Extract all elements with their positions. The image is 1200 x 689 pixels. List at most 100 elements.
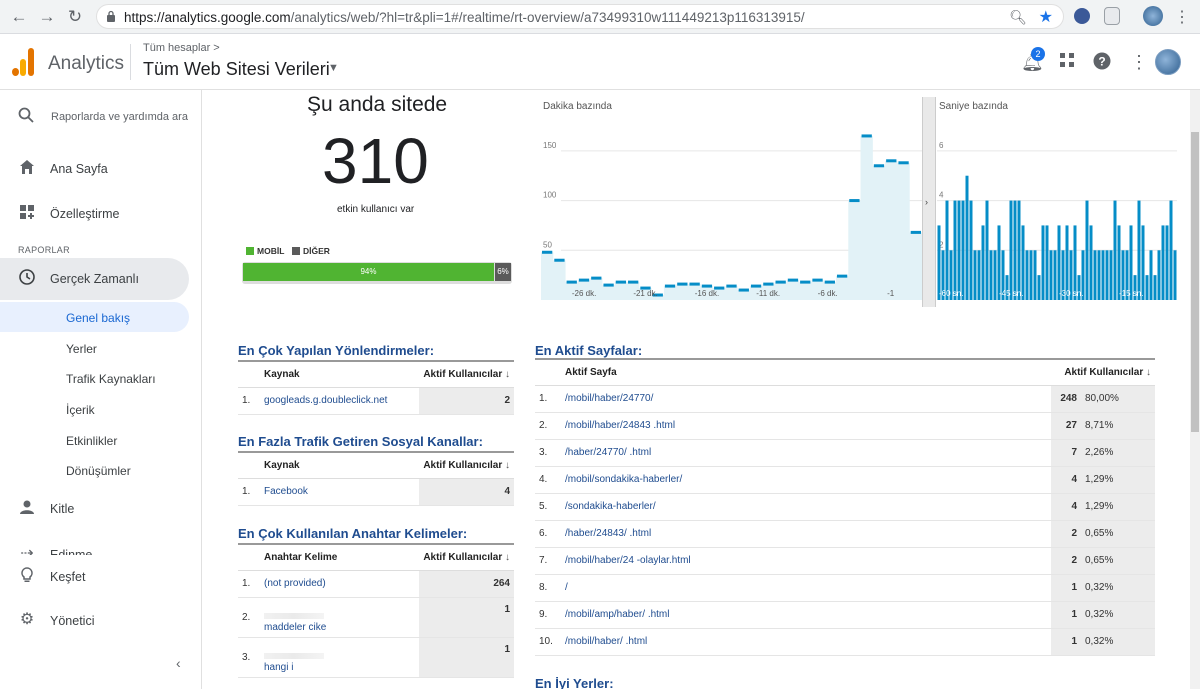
sidebar-item-admin[interactable]: ⚙ Yönetici <box>0 602 200 640</box>
sidebar-item-label: Yönetici <box>50 614 95 628</box>
page-scrollbar[interactable] <box>1190 90 1200 689</box>
chrome-menu-icon[interactable]: ⋮ <box>1174 7 1190 27</box>
row-link[interactable]: /haber/24770/ .html <box>561 439 1051 467</box>
active-pages-table: Aktif Sayfa Aktif Kullanıcılar ↓ 1./mobi… <box>535 358 1155 656</box>
row-percent: 0,32% <box>1081 574 1155 602</box>
sidebar-subitem-conversions[interactable]: Dönüşümler <box>66 464 131 478</box>
bar <box>1089 225 1093 300</box>
row-value: 27 <box>1051 412 1081 440</box>
bar <box>969 200 973 300</box>
zoom-icon[interactable]: 🔍︎ <box>1009 9 1027 26</box>
sidebar-subitem-locations[interactable]: Yerler <box>66 342 97 356</box>
sidebar-footer: Keşfet ⚙ Yönetici ‹ <box>0 555 200 689</box>
sidebar-item-label: Kitle <box>50 502 75 516</box>
redacted-text <box>264 612 324 619</box>
apps-grid-icon[interactable] <box>1059 52 1075 73</box>
row-index: 9. <box>535 601 561 629</box>
back-icon[interactable]: ← <box>8 6 30 28</box>
row-link[interactable]: /sondakika-haberler/ <box>561 493 1051 521</box>
bar <box>1145 275 1149 300</box>
extension-icon[interactable] <box>1074 8 1090 24</box>
bar <box>985 200 989 300</box>
property-selector[interactable]: Tüm Web Sitesi Verileri <box>143 59 330 80</box>
bar <box>1153 275 1157 300</box>
account-breadcrumb[interactable]: Tüm hesaplar > <box>143 42 220 54</box>
row-link[interactable]: googleads.g.doubleclick.net <box>260 387 420 415</box>
sidebar-item-acquisition[interactable]: ⇢ Edinme <box>0 536 200 556</box>
active-users-subtitle: etkin kullanıcı var <box>337 204 415 215</box>
row-link[interactable]: /mobil/haber/24770/ <box>561 385 1051 413</box>
row-value: 1 <box>1051 574 1081 602</box>
row-link[interactable]: (not provided) <box>260 570 420 598</box>
main-content: Şu anda sitede 310 etkin kullanıcı var M… <box>202 90 1190 689</box>
x-tick-label: -11 dk. <box>756 289 780 298</box>
table-row: 3./haber/24770/ .html 7 2,26% <box>535 439 1155 467</box>
column-header-sort[interactable]: Aktif Kullanıcılar ↓ <box>419 451 514 479</box>
row-link[interactable]: maddeler cike <box>260 597 420 638</box>
sidebar-item-audience[interactable]: Kitle <box>0 490 200 528</box>
row-link[interactable]: /mobil/haber/24 -olaylar.html <box>561 547 1051 575</box>
row-index: 4. <box>535 466 561 494</box>
bookmark-star-icon[interactable]: ★ <box>1039 7 1053 27</box>
row-percent: 8,71% <box>1081 412 1155 440</box>
bar <box>953 200 957 300</box>
chart-title-seconds: Saniye bazında <box>939 101 1008 112</box>
row-link[interactable]: / <box>561 574 1051 602</box>
sidebar-item-home[interactable]: Ana Sayfa <box>0 150 200 188</box>
column-header-sort[interactable]: Aktif Kullanıcılar ↓ <box>419 360 514 388</box>
legend-mobile: MOBİL <box>246 246 284 256</box>
column-header[interactable]: Kaynak <box>238 360 420 388</box>
help-icon[interactable]: ? <box>1093 52 1111 75</box>
bar <box>989 250 993 300</box>
profile-avatar[interactable] <box>1143 6 1163 26</box>
scrollbar-thumb[interactable] <box>1191 132 1199 432</box>
row-link[interactable]: /mobil/haber/ .html <box>561 628 1051 656</box>
shield-extension-icon[interactable] <box>1104 7 1120 25</box>
more-vert-icon[interactable]: ⋮ <box>1130 52 1148 73</box>
row-link[interactable]: /mobil/sondakika-haberler/ <box>561 466 1051 494</box>
x-tick-label: -6 dk. <box>818 289 838 298</box>
sidebar-subitem-traffic-sources[interactable]: Trafik Kaynakları <box>66 372 156 386</box>
row-link[interactable]: /haber/24843/ .html <box>561 520 1051 548</box>
table-row: 2. maddeler cike 1 <box>238 597 514 638</box>
x-tick-label: -15 sn. <box>1119 289 1143 298</box>
column-header[interactable]: Anahtar Kelime <box>238 543 420 571</box>
x-tick-label: -26 dk. <box>572 289 596 298</box>
collapse-chevron-icon[interactable]: ‹ <box>176 655 181 671</box>
table-row: 1. (not provided) 264 <box>238 570 514 598</box>
user-avatar[interactable] <box>1155 49 1181 75</box>
column-header[interactable]: Kaynak <box>238 451 420 479</box>
sidebar-subitem-content[interactable]: İçerik <box>66 403 95 417</box>
sidebar-search[interactable]: Raporlarda ve yardımda ara <box>0 98 200 136</box>
sidebar-item-realtime-label[interactable]: Gerçek Zamanlı <box>0 260 200 298</box>
address-bar[interactable]: https://analytics.google.com/analytics/w… <box>96 4 1064 29</box>
reload-icon[interactable]: ↻ <box>64 6 86 28</box>
row-link[interactable]: hangi i <box>260 637 420 678</box>
row-index: 2. <box>238 597 260 638</box>
sidebar-subitem-overview[interactable]: Genel bakış <box>66 311 130 325</box>
mobile-segment: 94% <box>243 263 494 281</box>
column-header[interactable]: Aktif Sayfa <box>535 358 1051 386</box>
locations-title: En İyi Yerler: <box>535 676 614 689</box>
row-percent: 0,65% <box>1081 520 1155 548</box>
legend-swatch <box>246 247 254 255</box>
x-tick-label: -16 dk. <box>695 289 719 298</box>
caret-down-icon[interactable]: ▼ <box>328 62 339 74</box>
sidebar-item-label: Keşfet <box>50 570 86 584</box>
forward-icon[interactable]: → <box>36 6 58 28</box>
sidebar-item-customize[interactable]: Özelleştirme <box>0 195 200 233</box>
row-link[interactable]: Facebook <box>260 478 420 506</box>
bar <box>1045 225 1049 300</box>
sidebar-item-discover[interactable]: Keşfet <box>0 558 200 596</box>
search-placeholder: Raporlarda ve yardımda ara <box>51 111 188 123</box>
chart-separator[interactable]: › <box>922 97 936 307</box>
row-index: 1. <box>238 478 260 506</box>
column-header-sort[interactable]: Aktif Kullanıcılar ↓ <box>419 543 514 571</box>
row-value: 2 <box>1051 547 1081 575</box>
row-link[interactable]: /mobil/amp/haber/ .html <box>561 601 1051 629</box>
sidebar-subitem-events[interactable]: Etkinlikler <box>66 434 117 448</box>
table-row: 1. googleads.g.doubleclick.net 2 <box>238 387 514 415</box>
lock-icon <box>107 10 115 22</box>
column-header-sort[interactable]: Aktif Kullanıcılar ↓ <box>1051 358 1155 386</box>
row-link[interactable]: /mobil/haber/24843 .html <box>561 412 1051 440</box>
